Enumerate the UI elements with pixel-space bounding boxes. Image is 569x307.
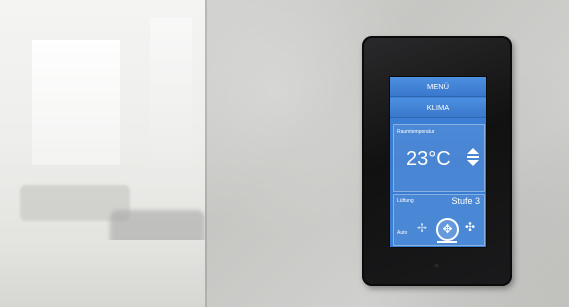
thermostat-screen: MENÜ KLIMA Raumtemperatur 23°C Lüftung S… (389, 76, 487, 248)
auto-label: Auto (397, 230, 408, 236)
room-background (0, 0, 205, 307)
ventilation-level: Stufe 3 (451, 196, 480, 206)
decrease-temperature-icon[interactable] (467, 160, 479, 166)
status-led (434, 263, 439, 268)
floor (0, 240, 205, 307)
fan-icon[interactable]: ✢ (414, 220, 430, 236)
window-light-secondary (150, 18, 192, 168)
temperature-panel: Raumtemperatur 23°C (393, 124, 485, 192)
thermostat-device: MENÜ KLIMA Raumtemperatur 23°C Lüftung S… (362, 36, 512, 286)
window-light (32, 40, 120, 165)
selected-indicator (437, 241, 457, 243)
increase-temperature-icon[interactable] (467, 148, 479, 154)
klima-button[interactable]: KLIMA (390, 98, 486, 118)
temperature-separator (467, 156, 479, 158)
wall-edge (205, 0, 207, 307)
ventilation-label: Lüftung (397, 198, 414, 204)
menu-button[interactable]: MENÜ (390, 77, 486, 97)
room-temperature-label: Raumtemperatur (397, 129, 435, 135)
fan-icon[interactable]: ✣ (462, 219, 478, 235)
temperature-value: 23°C (406, 148, 451, 170)
ventilation-panel: Lüftung Stufe 3 Auto ✢ ✥ ✣ (393, 194, 485, 246)
fan-icon[interactable]: ✥ (436, 218, 459, 241)
